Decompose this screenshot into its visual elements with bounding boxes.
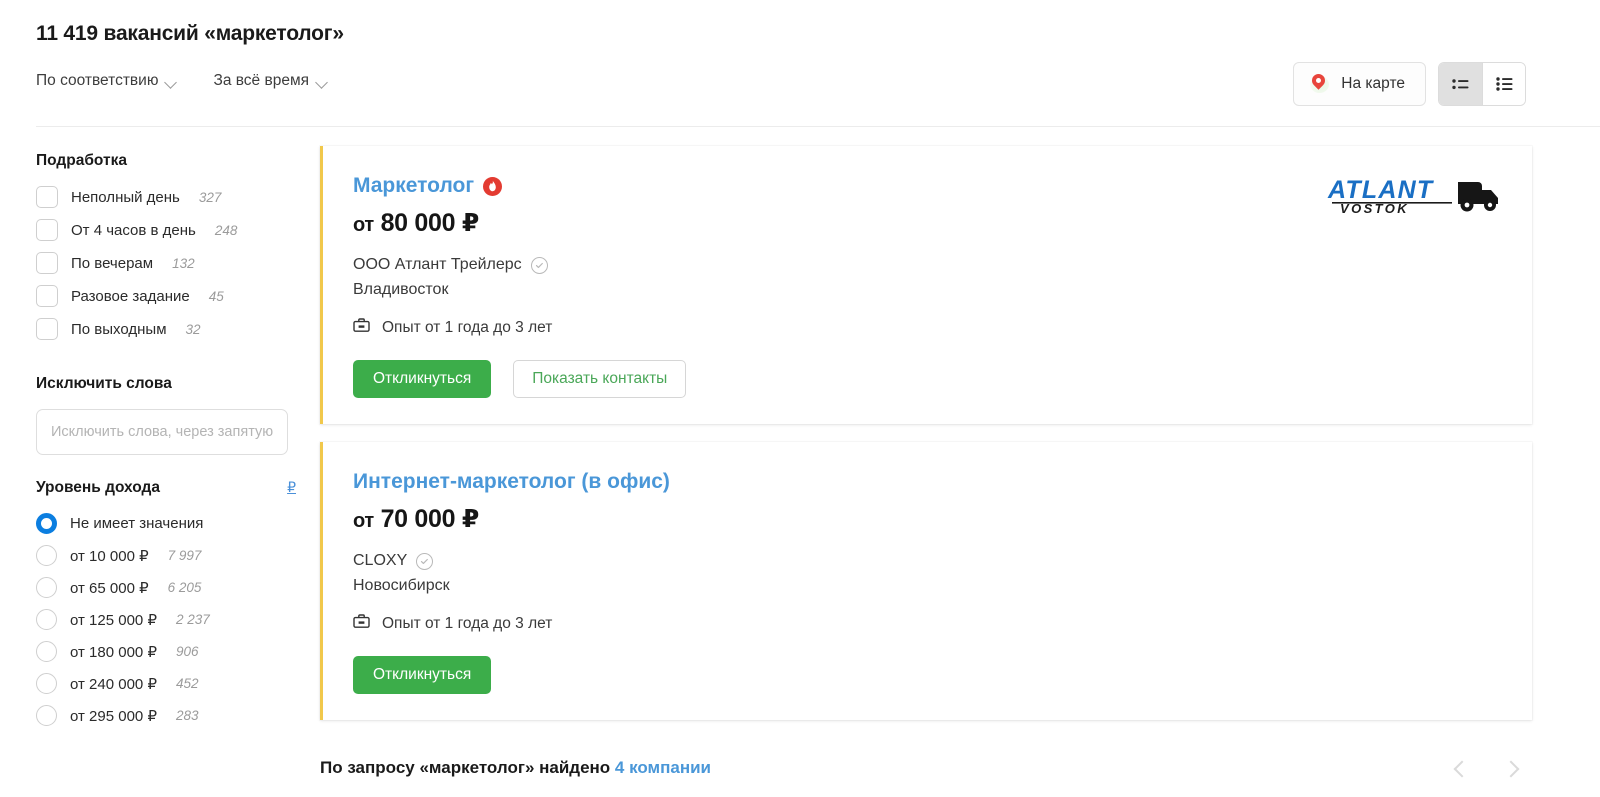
filter-option-income-6[interactable]: от 295 000 ₽ 283 [36, 705, 296, 726]
filter-option-income-0[interactable]: Не имеет значения [36, 513, 296, 534]
sort-by-relevance[interactable]: По соответствию [36, 72, 177, 90]
sort-controls: По соответствию За всё время [36, 72, 328, 90]
vacancy-title-link[interactable]: Интернет-маркетолог (в офис) [353, 470, 670, 494]
vacancy-card[interactable]: Интернет-маркетолог (в офис) от 70 000 ₽… [320, 442, 1532, 720]
apply-button[interactable]: Откликнуться [353, 656, 492, 694]
checkbox-icon[interactable] [36, 252, 58, 274]
salary-value: 80 000 ₽ [380, 209, 480, 237]
radio-icon[interactable] [36, 609, 57, 630]
vacancy-actions: Откликнуться [353, 656, 1502, 694]
filter-option-part-time-3[interactable]: Разовое задание 45 [36, 285, 296, 307]
radio-icon[interactable] [36, 673, 57, 694]
currency-toggle-link[interactable]: ₽ [287, 479, 296, 496]
filter-option-part-time-2[interactable]: По вечерам 132 [36, 252, 296, 274]
sort-by-period-label: За всё время [213, 72, 310, 89]
filters-sidebar: Подработка Неполный день 327 От 4 часов … [36, 152, 296, 737]
radio-icon[interactable] [36, 545, 57, 566]
companies-found-count[interactable]: 4 компании [615, 758, 711, 777]
companies-found-prefix: По запросу «маркетолог» найдено [320, 758, 615, 777]
view-controls: На карте [1293, 62, 1526, 106]
show-contacts-button[interactable]: Показать контакты [513, 360, 687, 398]
salary-prefix: от [353, 214, 374, 236]
salary-prefix: от [353, 510, 374, 532]
filter-option-income-1[interactable]: от 10 000 ₽ 7 997 [36, 545, 296, 566]
vacancy-company[interactable]: ООО Атлант Трейлерс [353, 256, 1502, 274]
filter-option-income-2[interactable]: от 65 000 ₽ 6 205 [36, 577, 296, 598]
vacancy-company[interactable]: CLOXY [353, 552, 1502, 570]
salary-value: 70 000 ₽ [380, 505, 480, 533]
header-divider [36, 126, 1600, 127]
vacancy-title-text: Интернет-маркетолог (в офис) [353, 470, 670, 493]
vacancy-city: Владивосток [353, 281, 449, 298]
view-mode-toggle [1438, 62, 1526, 106]
filter-option-part-time-0[interactable]: Неполный день 327 [36, 186, 296, 208]
vacancy-search-page: 11 419 вакансий «маркетолог» По соответс… [0, 0, 1600, 797]
verified-check-icon [530, 256, 548, 274]
carousel-pager [1454, 762, 1516, 775]
filter-option-income-4[interactable]: от 180 000 ₽ 906 [36, 641, 296, 662]
companies-found-text: По запросу «маркетолог» найдено 4 компан… [320, 758, 711, 778]
vacancy-experience: Опыт от 1 года до 3 лет [353, 317, 1502, 338]
map-view-label: На карте [1341, 75, 1405, 92]
briefcase-icon [353, 613, 370, 634]
chevron-down-icon [317, 78, 328, 85]
briefcase-icon [353, 317, 370, 338]
chevron-right-icon[interactable] [1503, 762, 1516, 775]
part-time-options: Неполный день 327 От 4 часов в день 248 … [36, 186, 296, 340]
vacancy-card[interactable]: Маркетолог от 80 000 ₽ ООО Атлант Трейле… [320, 146, 1532, 424]
checkbox-icon[interactable] [36, 186, 58, 208]
vacancy-city: Новосибирск [353, 577, 450, 594]
compact-list-view-button[interactable] [1439, 63, 1482, 105]
vacancy-title-link[interactable]: Маркетолог [353, 174, 503, 198]
chevron-down-icon [166, 78, 177, 85]
part-time-filter-title: Подработка [36, 152, 127, 169]
vacancy-actions: Откликнуться Показать контакты [353, 360, 1502, 398]
verified-check-icon [416, 552, 434, 570]
filter-option-income-3[interactable]: от 125 000 ₽ 2 237 [36, 609, 296, 630]
checkbox-icon[interactable] [36, 285, 58, 307]
truck-icon [1458, 182, 1498, 212]
sort-by-relevance-label: По соответствию [36, 72, 159, 89]
vacancy-experience: Опыт от 1 года до 3 лет [353, 613, 1502, 634]
sort-by-period[interactable]: За всё время [213, 72, 328, 90]
filter-option-part-time-4[interactable]: По выходным 32 [36, 318, 296, 340]
radio-icon[interactable] [36, 641, 57, 662]
income-options: Не имеет значения от 10 000 ₽ 7 997 от 6… [36, 513, 296, 726]
apply-button[interactable]: Откликнуться [353, 360, 492, 398]
company-logo: ATLANT VOSTOK [1312, 172, 1502, 218]
companies-found-row: По запросу «маркетолог» найдено 4 компан… [320, 758, 1532, 778]
chevron-left-icon[interactable] [1454, 762, 1467, 775]
map-pin-icon [1308, 71, 1330, 95]
radio-icon[interactable] [36, 577, 57, 598]
company-name: ООО Атлант Трейлерс [353, 256, 522, 273]
compact-list-icon [1452, 78, 1469, 89]
detailed-list-view-button[interactable] [1482, 63, 1525, 105]
logo-main-text: ATLANT [1327, 176, 1435, 204]
vacancy-salary: от 70 000 ₽ [353, 504, 1502, 534]
filter-option-income-5[interactable]: от 240 000 ₽ 452 [36, 673, 296, 694]
detailed-list-icon [1495, 77, 1512, 91]
radio-icon[interactable] [36, 513, 57, 534]
exclude-words-input[interactable] [36, 409, 288, 455]
page-title: 11 419 вакансий «маркетолог» [36, 22, 344, 45]
vacancy-title-text: Маркетолог [353, 174, 475, 197]
experience-text: Опыт от 1 года до 3 лет [382, 318, 553, 336]
experience-text: Опыт от 1 года до 3 лет [382, 614, 553, 632]
checkbox-icon[interactable] [36, 219, 58, 241]
map-view-button[interactable]: На карте [1293, 62, 1426, 106]
company-name: CLOXY [353, 552, 408, 569]
radio-icon[interactable] [36, 705, 57, 726]
vacancy-list: Маркетолог от 80 000 ₽ ООО Атлант Трейле… [320, 146, 1532, 720]
exclude-words-title: Исключить слова [36, 375, 172, 392]
hot-fire-icon [483, 176, 503, 196]
income-filter-title: Уровень дохода ₽ [36, 479, 296, 496]
filter-option-part-time-1[interactable]: От 4 часов в день 248 [36, 219, 296, 241]
checkbox-icon[interactable] [36, 318, 58, 340]
